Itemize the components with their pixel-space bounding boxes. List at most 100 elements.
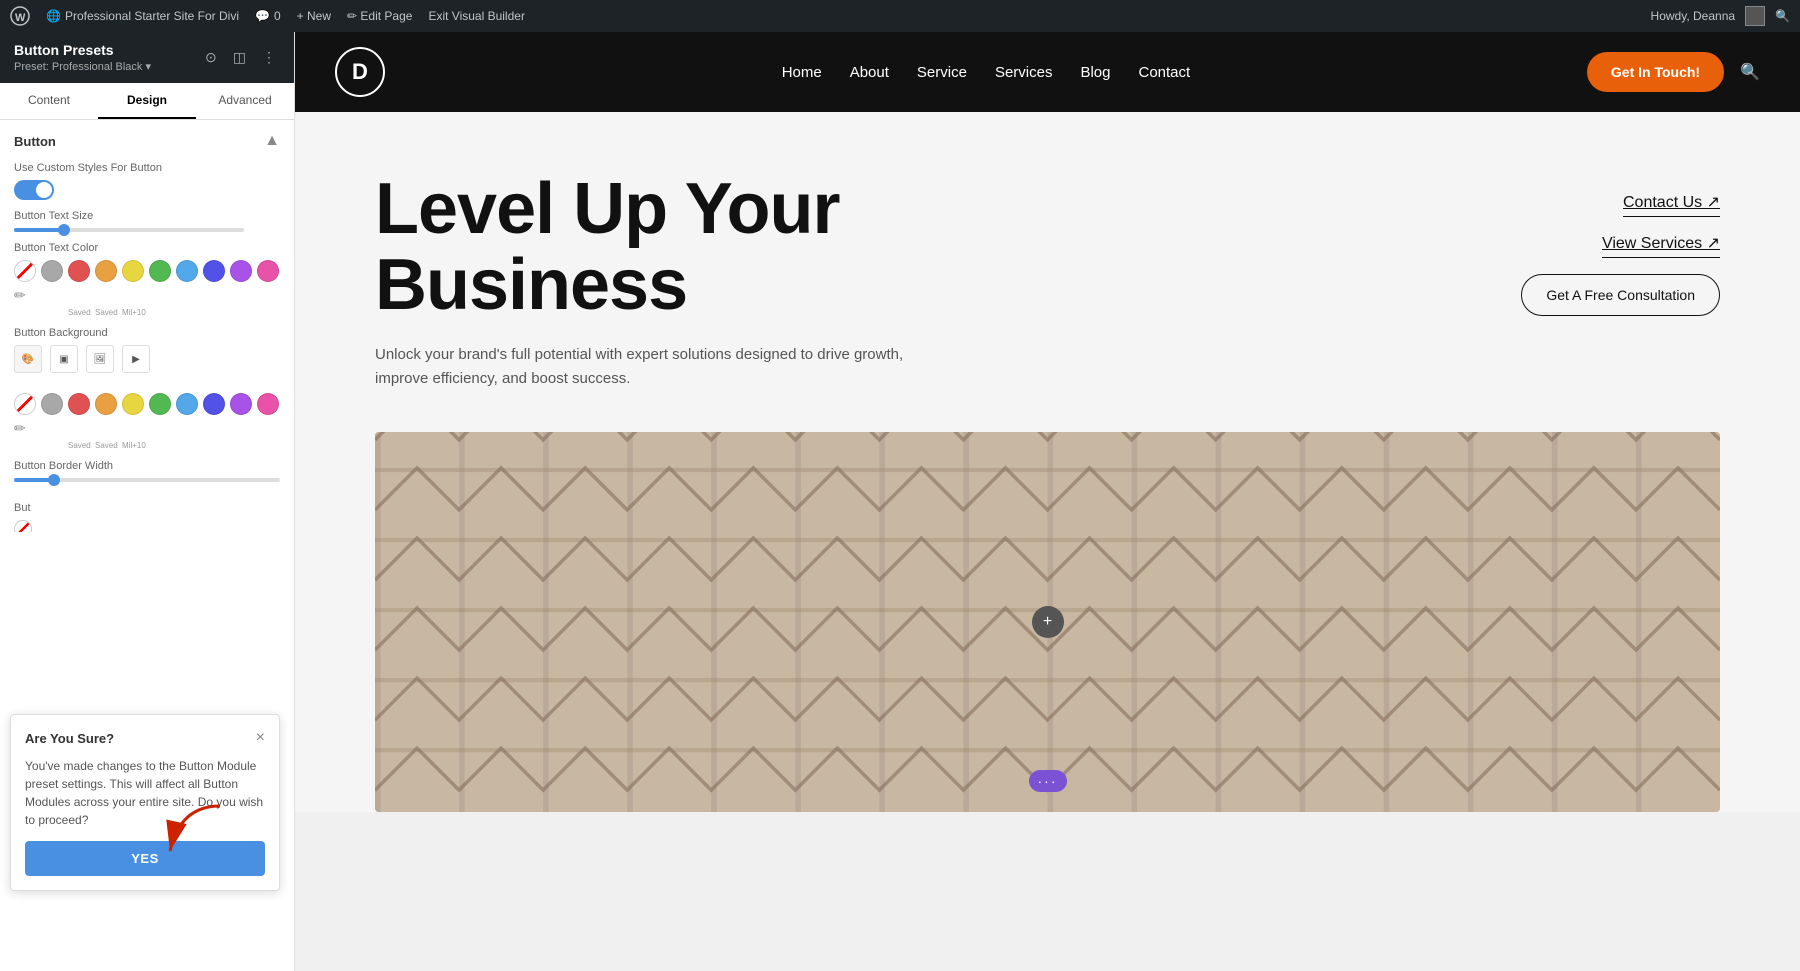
new-item[interactable]: + New — [297, 9, 331, 23]
second-swatch-red[interactable] — [68, 393, 90, 415]
second-swatch-gray[interactable] — [41, 393, 63, 415]
text-color-swatches: ✏ — [14, 260, 280, 304]
nav-item-home[interactable]: Home — [782, 64, 822, 81]
second-swatch-yellow[interactable] — [122, 393, 144, 415]
bg-item-color[interactable]: 🎨 — [14, 345, 42, 373]
hero-title: Level Up Your Business — [375, 172, 1055, 323]
user-avatar[interactable] — [1745, 6, 1765, 26]
image-section: + ··· — [295, 432, 1800, 812]
second-color-row: ✏ — [14, 393, 280, 437]
site-logo: D — [335, 47, 385, 97]
bg-image-icon: 🖼 — [94, 354, 107, 365]
second-swatch-orange[interactable] — [95, 393, 117, 415]
site-cta-button[interactable]: Get In Touch! — [1587, 52, 1724, 92]
image-menu-btn[interactable]: ··· — [1029, 770, 1067, 792]
dialog-text: You've made changes to the Button Module… — [25, 757, 265, 829]
bg-item-video[interactable]: ▶ — [122, 345, 150, 373]
border-slider-track[interactable] — [14, 478, 280, 482]
contact-us-link[interactable]: Contact Us ↗ — [1623, 192, 1720, 217]
nav-item-blog[interactable]: Blog — [1080, 64, 1110, 81]
text-size-slider[interactable] — [14, 228, 244, 232]
border-width-label: Button Border Width — [14, 460, 280, 472]
bg-gradient-icon: ▣ — [59, 354, 68, 365]
second-swatch-transparent[interactable] — [14, 393, 36, 415]
edit-page-item[interactable]: ✏ Edit Page — [347, 9, 412, 23]
partial-bottom: But — [14, 492, 280, 532]
confirmation-dialog: Are You Sure? × You've made changes to t… — [10, 714, 280, 891]
color-swatch-green[interactable] — [149, 260, 171, 282]
nav-item-about[interactable]: About — [850, 64, 889, 81]
nav-item-services[interactable]: Services — [995, 64, 1053, 81]
bg-label: Button Background — [14, 327, 280, 339]
color-swatch-pink[interactable] — [257, 260, 279, 282]
custom-styles-toggle[interactable] — [14, 180, 54, 200]
custom-styles-label: Use Custom Styles For Button — [14, 162, 280, 174]
color-labels: Saved Saved Mil+10 — [14, 308, 280, 317]
hero-subtitle: Unlock your brand's full potential with … — [375, 343, 955, 391]
main-content: D Home About Service Services Blog Conta… — [295, 32, 1800, 971]
tab-content[interactable]: Content — [0, 83, 98, 119]
consultation-btn[interactable]: Get A Free Consultation — [1521, 274, 1720, 316]
panel-header: Button Presets Preset: Professional Blac… — [0, 32, 294, 83]
wp-admin-bar: W 🌐 Professional Starter Site For Divi 💬… — [0, 0, 1800, 32]
view-services-link[interactable]: View Services ↗ — [1602, 233, 1720, 258]
eyedropper-btn[interactable]: ✏ — [14, 287, 26, 304]
color-swatch-teal[interactable] — [176, 260, 198, 282]
bg-item-gradient[interactable]: ▣ — [50, 345, 78, 373]
nav-item-service[interactable]: Service — [917, 64, 967, 81]
color-swatch-transparent[interactable] — [14, 260, 36, 282]
image-add-btn[interactable]: + — [1032, 606, 1064, 638]
color-swatch-gray[interactable] — [41, 260, 63, 282]
nav-item-contact[interactable]: Contact — [1139, 64, 1191, 81]
tab-design[interactable]: Design — [98, 83, 196, 119]
site-search-btn[interactable]: 🔍 — [1740, 62, 1760, 82]
dialog-yes-btn[interactable]: Yes — [25, 841, 265, 876]
hero-section: Level Up Your Business Unlock your brand… — [295, 112, 1800, 432]
text-color-label: Button Text Color — [14, 242, 280, 254]
dialog-close-btn[interactable]: × — [256, 729, 265, 747]
text-size-label: Button Text Size — [14, 210, 280, 222]
panel-icon-layout[interactable]: ◫ — [229, 47, 250, 68]
bg-item-image[interactable]: 🖼 — [86, 345, 114, 373]
partial-swatch[interactable] — [14, 520, 32, 532]
hero-image: + ··· — [375, 432, 1720, 812]
second-swatch-green[interactable] — [149, 393, 171, 415]
admin-search-icon[interactable]: 🔍 — [1775, 9, 1790, 23]
comments-icon: 💬 — [255, 9, 270, 23]
second-swatch-teal[interactable] — [176, 393, 198, 415]
comments-item[interactable]: 💬 0 — [255, 9, 281, 23]
second-swatch-pink[interactable] — [257, 393, 279, 415]
section-collapse-btn[interactable]: ▲ — [264, 132, 280, 150]
bg-row: 🎨 ▣ 🖼 ▶ — [14, 345, 280, 373]
site-name-item[interactable]: 🌐 Professional Starter Site For Divi — [46, 9, 239, 23]
color-swatch-purple[interactable] — [230, 260, 252, 282]
wp-logo-item[interactable]: W — [10, 6, 30, 26]
bg-video-icon: ▶ — [132, 354, 140, 365]
second-swatch-blue[interactable] — [203, 393, 225, 415]
bg-color-icon: 🎨 — [22, 354, 34, 365]
howdy-label: Howdy, Deanna — [1651, 9, 1736, 23]
color-swatch-yellow[interactable] — [122, 260, 144, 282]
color-swatch-blue[interactable] — [203, 260, 225, 282]
wp-logo-icon: W — [10, 6, 30, 26]
dialog-header: Are You Sure? × — [25, 729, 265, 747]
panel-subtitle: Preset: Professional Black ▾ — [14, 60, 151, 73]
border-slider-thumb — [48, 474, 60, 486]
tab-advanced[interactable]: Advanced — [196, 83, 294, 119]
text-size-slider-row — [14, 228, 280, 232]
site-nav: Home About Service Services Blog Contact — [782, 64, 1191, 81]
button-section-title: Button — [14, 134, 56, 149]
exit-builder-item[interactable]: Exit Visual Builder — [428, 9, 525, 23]
panel-title-block: Button Presets Preset: Professional Blac… — [14, 42, 151, 73]
hero-left: Level Up Your Business Unlock your brand… — [375, 172, 1055, 391]
color-swatch-red[interactable] — [68, 260, 90, 282]
second-eyedropper-btn[interactable]: ✏ — [14, 420, 26, 437]
second-swatch-purple[interactable] — [230, 393, 252, 415]
panel-icon-more[interactable]: ⋮ — [258, 47, 280, 68]
site-navbar: D Home About Service Services Blog Conta… — [295, 32, 1800, 112]
border-slider — [14, 478, 280, 482]
panel-title: Button Presets — [14, 42, 151, 58]
panel-icon-settings[interactable]: ⊙ — [201, 47, 221, 68]
color-swatch-orange[interactable] — [95, 260, 117, 282]
custom-styles-toggle-row — [14, 180, 280, 200]
